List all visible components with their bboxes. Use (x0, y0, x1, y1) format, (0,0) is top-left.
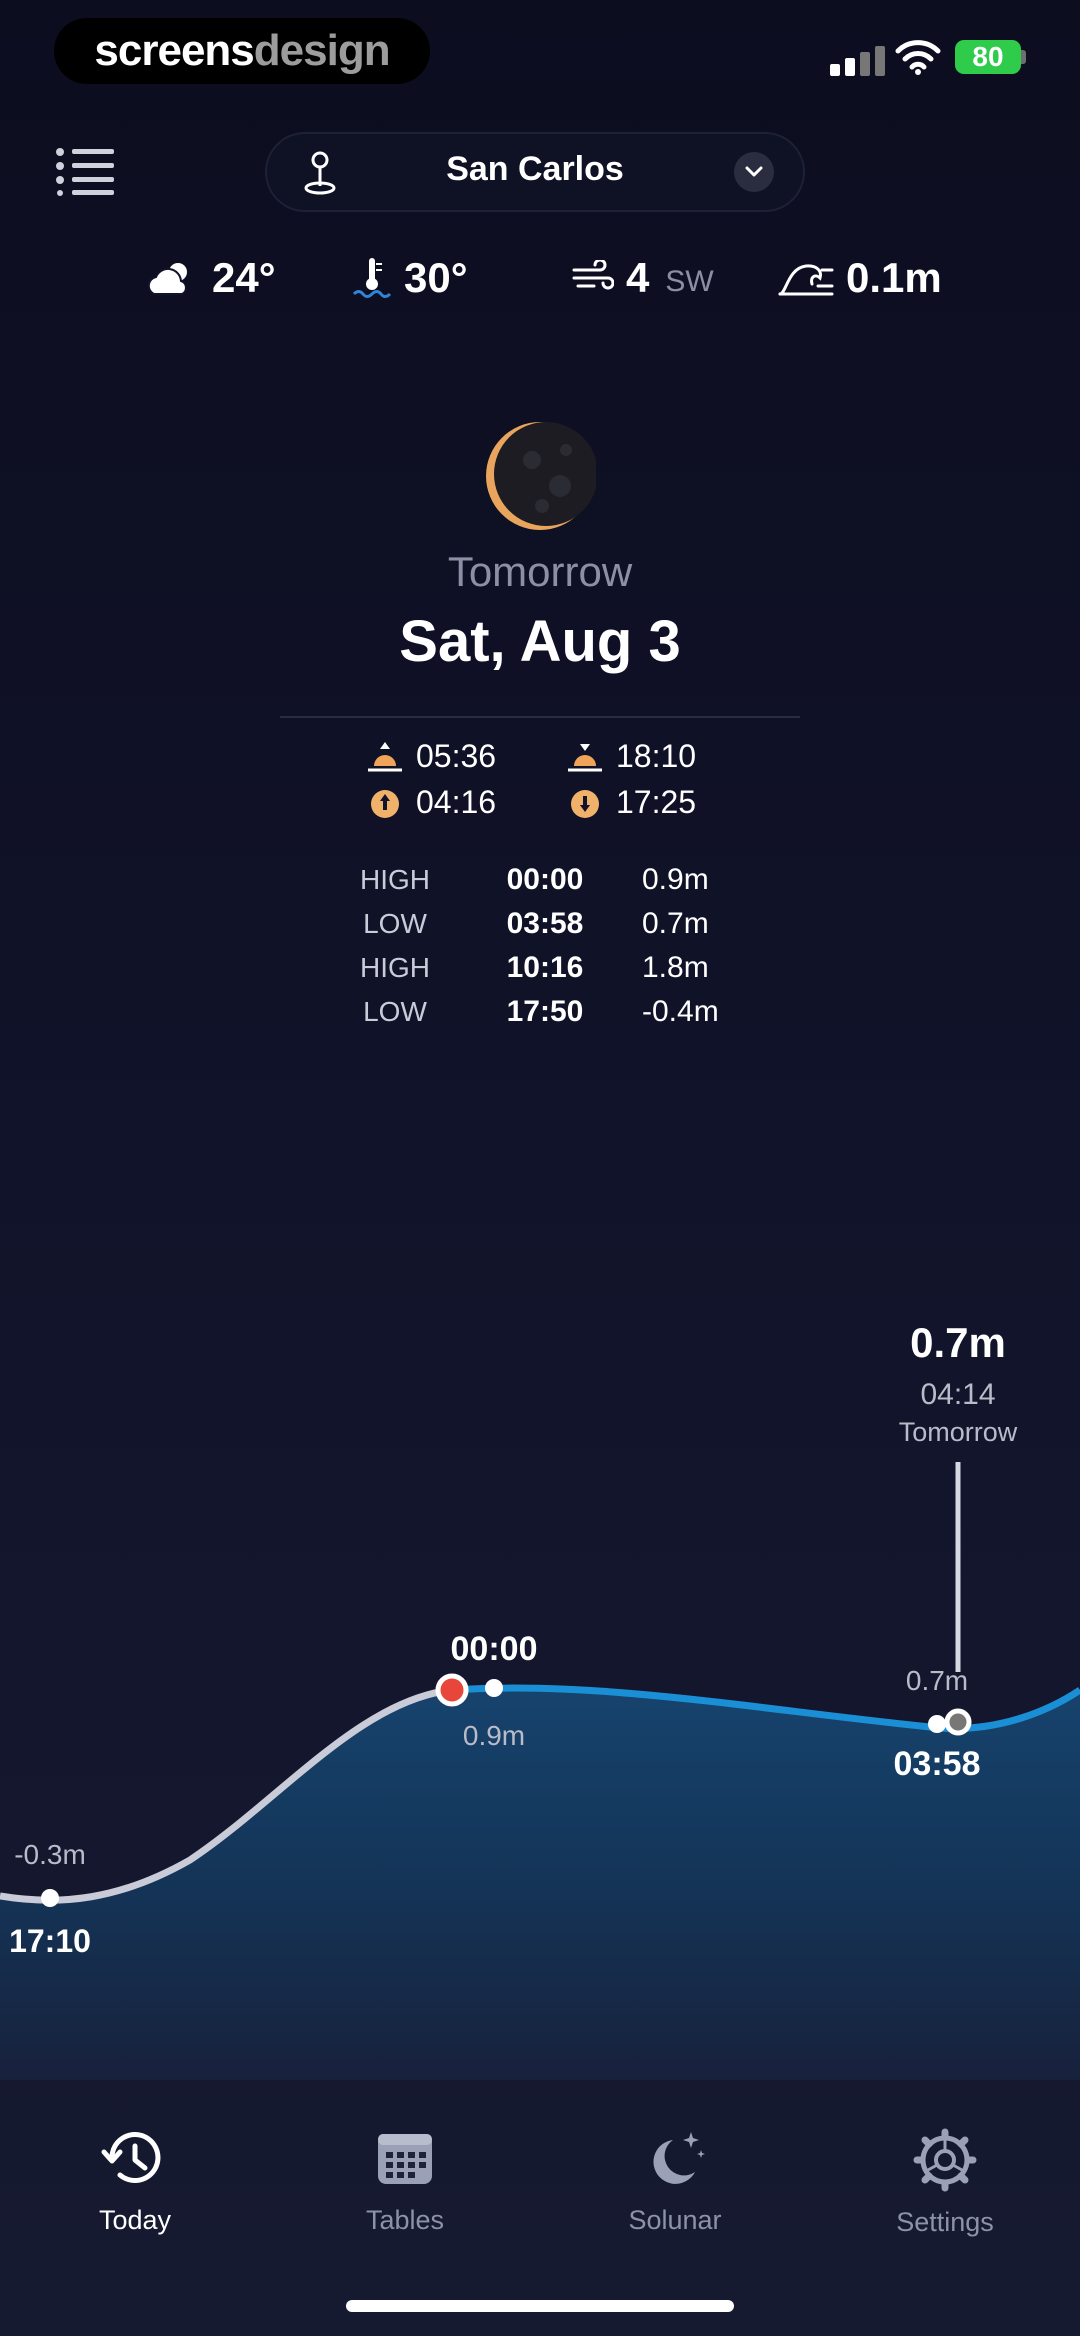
tide-time: 03:58 (506, 907, 584, 940)
wave-value: 0.1m (846, 254, 942, 301)
tab-tables[interactable]: Tables (305, 2128, 505, 2236)
point-left-height: -0.3m (14, 1839, 86, 1870)
tide-point-mid[interactable] (485, 1679, 503, 1697)
tide-type: HIGH (360, 952, 430, 983)
location-name: San Carlos (446, 150, 624, 188)
battery-indicator: 80 (955, 40, 1021, 74)
clock-refresh-icon (101, 2132, 161, 2184)
tide-time: 17:50 (506, 995, 584, 1028)
tide-height: 0.7m (642, 907, 709, 940)
water-temperature: 30° (352, 250, 468, 306)
tab-settings-label: Settings (896, 2207, 994, 2237)
tide-row: HIGH 00:00 0.9m (340, 858, 760, 902)
brand-badge: screens design (54, 18, 430, 84)
tide-time: 00:00 (506, 863, 584, 896)
tab-today-label: Today (98, 2205, 172, 2235)
tab-today[interactable]: Today (35, 2128, 235, 2236)
point-left-time: 17:10 (9, 1923, 91, 1959)
wind-speed: 4 (626, 254, 650, 301)
location-pin-icon (304, 151, 336, 195)
tide-row: LOW 03:58 0.7m (340, 902, 760, 946)
location-dropdown-button[interactable] (734, 152, 774, 192)
sunset-time: 18:10 (616, 738, 697, 774)
home-indicator[interactable] (346, 2300, 734, 2312)
tide-point-left[interactable] (41, 1889, 59, 1907)
moonset: 17:25 (566, 784, 696, 821)
cursor-marker (944, 1708, 972, 1736)
chevron-down-icon (745, 166, 763, 177)
signal-icon (830, 46, 886, 76)
tide-row: HIGH 10:16 1.8m (340, 946, 760, 990)
wave-icon (778, 264, 834, 296)
moonrise: 04:16 (366, 784, 496, 821)
tide-height: 0.9m (642, 863, 709, 896)
water-temp-value: 30° (404, 254, 468, 301)
tab-tables-label: Tables (365, 2205, 445, 2235)
sunrise: 05:36 (366, 738, 496, 775)
tab-settings[interactable]: Settings (845, 2128, 1045, 2238)
sunrise-time: 05:36 (416, 738, 497, 774)
menu-list-icon[interactable] (54, 146, 116, 196)
brand-part-1: screens (94, 26, 254, 75)
tide-point-right[interactable] (928, 1715, 946, 1733)
moonrise-icon (371, 789, 399, 818)
tide-type: LOW (363, 996, 427, 1027)
water-thermometer-icon (352, 258, 392, 298)
point-mid-time: 00:00 (451, 1630, 538, 1668)
moon-phase-icon (486, 422, 596, 530)
tide-height: -0.4m (642, 995, 719, 1028)
calendar-grid-icon (378, 2134, 432, 2184)
brand-part-2: design (253, 26, 391, 75)
cursor-day: Tomorrow (899, 1417, 1018, 1447)
wave-height: 0.1m (778, 250, 942, 306)
cloud-sun-icon (147, 263, 187, 295)
point-mid-height: 0.9m (463, 1720, 525, 1751)
now-marker (435, 1673, 469, 1707)
point-right-height: 0.7m (906, 1665, 968, 1696)
cursor-height: 0.7m (910, 1319, 1006, 1366)
battery-level: 80 (972, 41, 1004, 72)
point-right-time: 03:58 (894, 1745, 981, 1783)
date-title: Sat, Aug 3 (399, 609, 681, 674)
moonset-time: 17:25 (616, 784, 697, 820)
moonrise-time: 04:16 (416, 784, 497, 820)
wifi-icon (895, 40, 941, 75)
tab-solunar[interactable]: Solunar (575, 2128, 775, 2236)
divider (280, 716, 800, 718)
air-temp-value: 24° (212, 254, 276, 301)
gear-icon (913, 2128, 977, 2192)
moon-stars-icon (653, 2132, 705, 2184)
wind: 4 SW (572, 250, 714, 306)
tide-row: LOW 17:50 -0.4m (340, 990, 760, 1034)
sunrise-icon (368, 741, 402, 771)
tide-type: HIGH (360, 864, 430, 895)
tab-solunar-label: Solunar (628, 2205, 722, 2235)
tide-chart[interactable]: 0.7m 04:14 Tomorrow -0.3m 17:10 00:00 0.… (0, 1300, 1080, 2080)
battery-cap (1021, 50, 1026, 64)
sunset-icon (568, 743, 602, 771)
wind-direction: SW (665, 265, 714, 298)
day-relative-label: Tomorrow (447, 548, 633, 595)
cursor-time: 04:14 (920, 1378, 995, 1411)
tide-time: 10:16 (506, 951, 584, 984)
tide-height: 1.8m (642, 951, 709, 984)
moonset-icon (571, 789, 599, 818)
tide-type: LOW (363, 908, 427, 939)
wind-icon (572, 260, 614, 290)
tide-table: HIGH 00:00 0.9m LOW 03:58 0.7m HIGH 10:1… (340, 858, 760, 1034)
air-temperature: 24° (144, 250, 276, 306)
sunset: 18:10 (566, 738, 696, 775)
